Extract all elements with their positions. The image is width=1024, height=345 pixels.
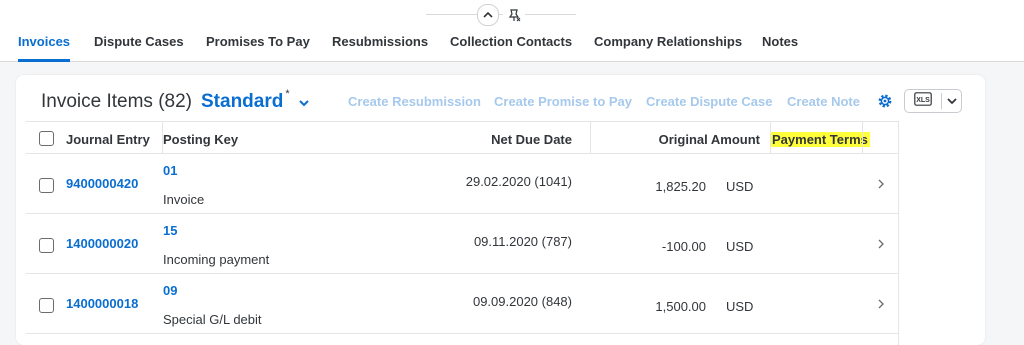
posting-key-text: Invoice: [163, 192, 205, 207]
variant-modified-marker: *: [285, 88, 290, 100]
chevron-down-icon: [298, 94, 309, 112]
currency: USD: [726, 239, 754, 254]
posting-key-link[interactable]: 01: [163, 163, 177, 178]
net-due-date: 09.09.2020 (848): [472, 294, 572, 309]
column-divider: [770, 121, 771, 154]
svg-text:XLS: XLS: [916, 97, 930, 104]
column-header-payment-terms[interactable]: Payment Terms: [770, 132, 870, 147]
table-toolbar: Invoice Items (82) Standard * Create Res…: [16, 75, 985, 121]
export-button-group: XLS: [904, 89, 962, 113]
posting-key-link[interactable]: 09: [163, 283, 177, 298]
row-checkbox[interactable]: [39, 238, 54, 253]
posting-key-text: Special G/L debit: [163, 312, 262, 327]
tab-resubmissions[interactable]: Resubmissions: [332, 34, 428, 61]
gear-icon[interactable]: [876, 92, 894, 110]
table-right-border: [898, 121, 899, 345]
header-divider: [426, 14, 576, 15]
column-header-original-amount[interactable]: Original Amount: [659, 132, 760, 147]
posting-key-link[interactable]: 15: [163, 223, 177, 238]
create-note-button[interactable]: Create Note: [787, 94, 860, 109]
excel-export-icon: XLS: [913, 91, 932, 111]
tab-notes[interactable]: Notes: [762, 34, 798, 61]
journal-entry-link[interactable]: 1400000018: [66, 296, 138, 311]
section-tabs: Invoices Dispute Cases Promises To Pay R…: [0, 34, 1024, 62]
net-due-date: 29.02.2020 (1041): [465, 174, 572, 189]
chevron-right-icon[interactable]: [876, 297, 886, 311]
original-amount: -100.00: [661, 239, 706, 254]
row-checkbox[interactable]: [39, 298, 54, 313]
table-row[interactable]: 1400000020 15 Incoming payment 09.11.202…: [26, 214, 898, 274]
column-header-net-due-date[interactable]: Net Due Date: [491, 132, 572, 147]
create-promise-to-pay-button[interactable]: Create Promise to Pay: [494, 94, 632, 109]
variant-name: Standard: [201, 91, 284, 112]
chevron-right-icon[interactable]: [876, 237, 886, 251]
table-row[interactable]: 9400000420 01 Invoice 29.02.2020 (1041) …: [26, 154, 898, 214]
currency: USD: [726, 179, 754, 194]
column-divider: [590, 121, 591, 154]
tab-invoices[interactable]: Invoices: [18, 34, 71, 62]
net-due-date: 09.11.2020 (787): [473, 234, 572, 249]
pin-header-button[interactable]: [503, 4, 525, 26]
column-divider: [162, 121, 163, 154]
create-dispute-case-button[interactable]: Create Dispute Case: [646, 94, 772, 109]
invoice-items-card: Invoice Items (82) Standard * Create Res…: [16, 75, 985, 345]
tab-collection-contacts[interactable]: Collection Contacts: [450, 34, 572, 61]
chevron-right-icon[interactable]: [876, 177, 886, 191]
export-options-button[interactable]: [942, 90, 962, 112]
chevron-up-icon: [483, 11, 493, 19]
chevron-down-icon: [947, 92, 957, 110]
journal-entry-link[interactable]: 9400000420: [66, 176, 138, 191]
variant-selector[interactable]: Standard *: [201, 88, 309, 115]
unpin-icon: [506, 7, 522, 23]
export-xls-button[interactable]: XLS: [905, 90, 940, 112]
posting-key-text: Incoming payment: [163, 252, 270, 267]
tab-company-relationships[interactable]: Company Relationships: [594, 34, 742, 61]
original-amount: 1,500.00: [655, 299, 706, 314]
column-header-posting-key[interactable]: Posting Key: [163, 132, 238, 147]
column-divider: [862, 121, 863, 154]
collapse-header-button[interactable]: [477, 4, 499, 26]
select-all-checkbox[interactable]: [39, 131, 54, 146]
create-resubmission-button[interactable]: Create Resubmission: [348, 94, 481, 109]
column-header-journal-entry[interactable]: Journal Entry: [66, 132, 150, 147]
tab-dispute-cases[interactable]: Dispute Cases: [94, 34, 184, 61]
row-checkbox[interactable]: [39, 178, 54, 193]
table-header-row: Journal Entry Posting Key Net Due Date O…: [26, 121, 898, 154]
original-amount: 1,825.20: [655, 179, 706, 194]
currency: USD: [726, 299, 754, 314]
table-title: Invoice Items (82): [41, 91, 192, 112]
table-row[interactable]: 1400000018 09 Special G/L debit 09.09.20…: [26, 274, 898, 334]
object-page-header: Invoices Dispute Cases Promises To Pay R…: [0, 0, 1024, 62]
tab-promises-to-pay[interactable]: Promises To Pay: [206, 34, 310, 61]
journal-entry-link[interactable]: 1400000020: [66, 236, 138, 251]
